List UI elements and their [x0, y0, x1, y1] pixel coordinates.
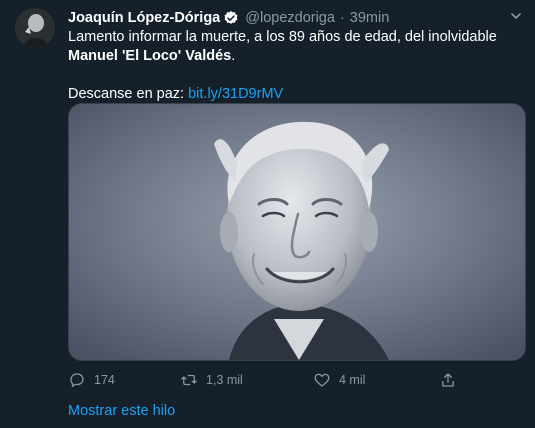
heart-icon — [313, 371, 331, 389]
rest-in-peace-text: Descanse en paz: — [68, 86, 189, 102]
separator-dot: · — [339, 10, 345, 26]
reply-count: 174 — [94, 373, 115, 387]
mention-bold: Manuel 'El Loco' Valdés — [68, 48, 232, 64]
retweet-button[interactable]: 1,3 mil — [180, 371, 313, 389]
tweet-text-line-3: Descanse en paz: bit.ly/31D9rMV — [68, 85, 523, 104]
reply-icon — [68, 371, 86, 389]
retweet-count: 1,3 mil — [206, 373, 243, 387]
avatar-image — [15, 8, 55, 48]
tweet-photo[interactable] — [68, 103, 526, 361]
retweet-icon — [180, 371, 198, 389]
tweet-text-line-2: Manuel 'El Loco' Valdés. — [68, 47, 523, 66]
tweet-time[interactable]: 39min — [350, 10, 390, 26]
avatar[interactable] — [15, 8, 55, 48]
tweet-actions: 174 1,3 mil 4 mil — [68, 371, 458, 389]
author-handle[interactable]: @lopezdoriga — [245, 10, 335, 26]
tweet-text-line-1: Lamento informar la muerte, a los 89 año… — [68, 29, 497, 45]
like-button[interactable]: 4 mil — [313, 371, 439, 389]
share-button[interactable] — [439, 371, 457, 389]
period: . — [231, 48, 236, 64]
verified-badge-icon — [223, 10, 239, 26]
tweet-header: Joaquín López-Dóriga @lopezdoriga · 39mi… — [68, 8, 520, 28]
portrait-image — [69, 104, 525, 360]
tweet-link[interactable]: bit.ly/31D9rMV — [188, 86, 283, 102]
author-name[interactable]: Joaquín López-Dóriga — [68, 10, 220, 26]
chevron-down-icon[interactable] — [509, 9, 523, 23]
reply-button[interactable]: 174 — [68, 371, 180, 389]
tweet-text: Lamento informar la muerte, a los 89 año… — [68, 28, 523, 104]
show-thread-link[interactable]: Mostrar este hilo — [68, 403, 175, 419]
share-icon — [439, 371, 457, 389]
like-count: 4 mil — [339, 373, 366, 387]
